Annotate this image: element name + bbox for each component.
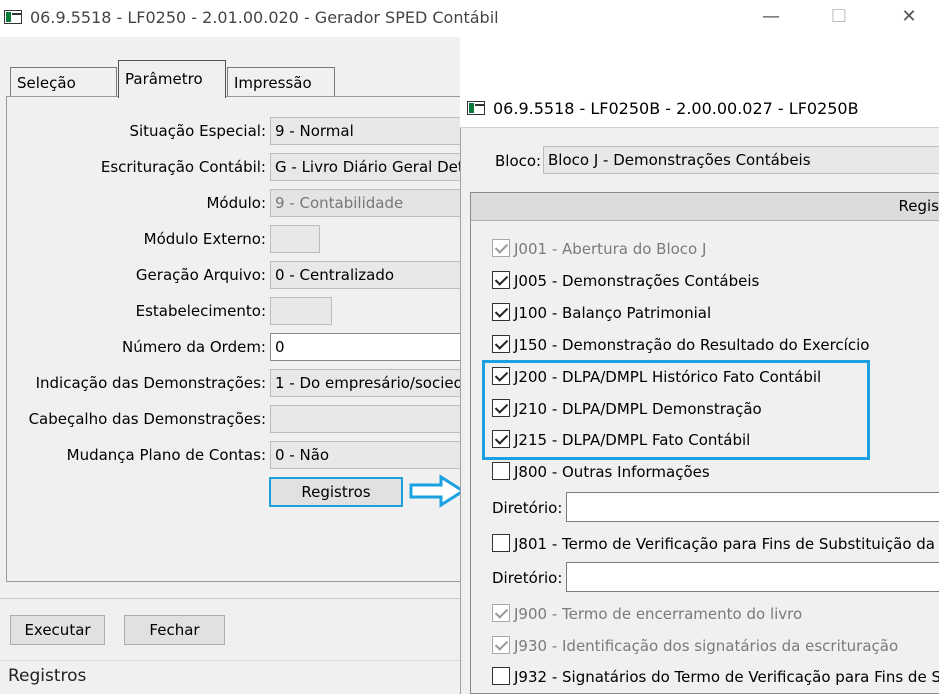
footer-divider [0, 598, 460, 599]
situacao-especial-select[interactable]: 9 - Normal [270, 117, 462, 145]
minimize-button[interactable]: — [756, 6, 786, 27]
checkbox-box[interactable] [492, 666, 510, 685]
checkbox-j001: J001 - Abertura do Bloco J [492, 238, 707, 264]
indicacao-demonstracoes-label: Indicação das Demonstrações: [35, 374, 266, 392]
registros-group-header: Regis [471, 193, 939, 221]
checkbox-label: J801 - Termo de Verificação para Fins de… [514, 535, 939, 553]
tab-selecao[interactable]: Seleção [10, 67, 117, 97]
dialog-title-bar: 06.9.5518 - LF0250B - 2.00.00.027 - LF02… [460, 90, 939, 128]
indicacao-demonstracoes-select[interactable]: 1 - Do empresário/socieda [270, 369, 462, 397]
tab-impressao-label: Impressão [234, 74, 312, 92]
checkbox-j900: J900 - Termo de encerramento do livro [492, 603, 803, 629]
checkbox-box[interactable] [492, 302, 510, 321]
modulo-externo-label: Módulo Externo: [143, 230, 266, 248]
tab-impressao[interactable]: Impressão [227, 67, 335, 97]
cabecalho-demonstracoes-field[interactable] [270, 405, 462, 433]
tab-parametro[interactable]: Parâmetro [118, 60, 226, 98]
estabelecimento-field[interactable] [270, 297, 332, 325]
checkbox-label: J900 - Termo de encerramento do livro [514, 605, 803, 623]
checkbox-j005[interactable]: J005 - Demonstrações Contábeis [492, 270, 760, 296]
checkbox-label: J001 - Abertura do Bloco J [514, 240, 707, 258]
checkbox-j801[interactable]: J801 - Termo de Verificação para Fins de… [492, 533, 939, 559]
checkbox-label: J930 - Identificação dos signatários da … [514, 637, 899, 655]
dialog-title: 06.9.5518 - LF0250B - 2.00.00.027 - LF02… [493, 99, 859, 118]
geracao-arquivo-select[interactable]: 0 - Centralizado [270, 261, 462, 289]
executar-button[interactable]: Executar [10, 615, 105, 645]
numero-ordem-label: Número da Ordem: [122, 338, 266, 356]
modulo-externo-field[interactable] [270, 225, 320, 253]
numero-ordem-input[interactable]: 0 [270, 333, 462, 361]
fechar-button[interactable]: Fechar [124, 615, 225, 645]
registros-button[interactable]: Registros [269, 477, 403, 507]
checkbox-box [492, 238, 510, 257]
mudanca-plano-select[interactable]: 0 - Não [270, 441, 462, 469]
checkbox-box[interactable] [492, 270, 510, 289]
status-text: Registros [8, 666, 87, 686]
checkbox-label: J800 - Outras Informações [514, 463, 710, 481]
checkbox-j930: J930 - Identificação dos signatários da … [492, 635, 899, 661]
diretorio-input-1[interactable] [566, 492, 939, 522]
geracao-arquivo-label: Geração Arquivo: [135, 266, 266, 284]
checkbox-label: J150 - Demonstração do Resultado do Exer… [514, 336, 870, 354]
escrituracao-contabil-label: Escrituração Contábil: [100, 158, 266, 176]
dialog-app-icon [467, 101, 485, 115]
checkbox-box[interactable] [492, 533, 510, 552]
arrow-right-icon [409, 474, 466, 508]
main-window-title: 06.9.5518 - LF0250 - 2.01.00.020 - Gerad… [30, 8, 499, 27]
checkbox-box [492, 635, 510, 654]
checkbox-j800[interactable]: J800 - Outras Informações [492, 461, 710, 487]
close-button[interactable]: ✕ [894, 6, 924, 27]
checkbox-j932[interactable]: J932 - Signatários do Termo de Verificaç… [492, 666, 939, 692]
diretorio-label-2: Diretório: [492, 569, 563, 587]
checkbox-label: J005 - Demonstrações Contábeis [514, 272, 760, 290]
maximize-button[interactable]: ☐ [824, 6, 854, 27]
diretorio-label-1: Diretório: [492, 499, 563, 517]
cabecalho-demonstracoes-label: Cabeçalho das Demonstrações: [28, 410, 266, 428]
diretorio-input-2[interactable] [566, 562, 939, 592]
main-title-bar: 06.9.5518 - LF0250 - 2.01.00.020 - Gerad… [0, 0, 939, 37]
escrituracao-contabil-select[interactable]: G - Livro Diário Geral Deta [270, 153, 462, 181]
checkbox-box[interactable] [492, 334, 510, 353]
app-icon [4, 10, 22, 24]
checkbox-box[interactable] [492, 461, 510, 480]
bloco-label: Bloco: [495, 152, 542, 170]
tab-parametro-label: Parâmetro [125, 70, 203, 88]
situacao-especial-label: Situação Especial: [129, 122, 266, 140]
modulo-label: Módulo: [206, 194, 266, 212]
checkbox-j100[interactable]: J100 - Balanço Patrimonial [492, 302, 712, 328]
registros-group-title: Regis [898, 197, 939, 215]
checkbox-box [492, 603, 510, 622]
modulo-field: 9 - Contabilidade [270, 189, 462, 217]
bloco-select[interactable]: Bloco J - Demonstrações Contábeis [543, 146, 939, 174]
mudanca-plano-label: Mudança Plano de Contas: [66, 446, 266, 464]
checkbox-label: J100 - Balanço Patrimonial [514, 304, 712, 322]
checkbox-j150[interactable]: J150 - Demonstração do Resultado do Exer… [492, 334, 870, 360]
highlight-frame [482, 360, 870, 460]
estabelecimento-label: Estabelecimento: [135, 302, 266, 320]
checkbox-label: J932 - Signatários do Termo de Verificaç… [514, 668, 939, 686]
tab-selecao-label: Seleção [17, 74, 76, 92]
